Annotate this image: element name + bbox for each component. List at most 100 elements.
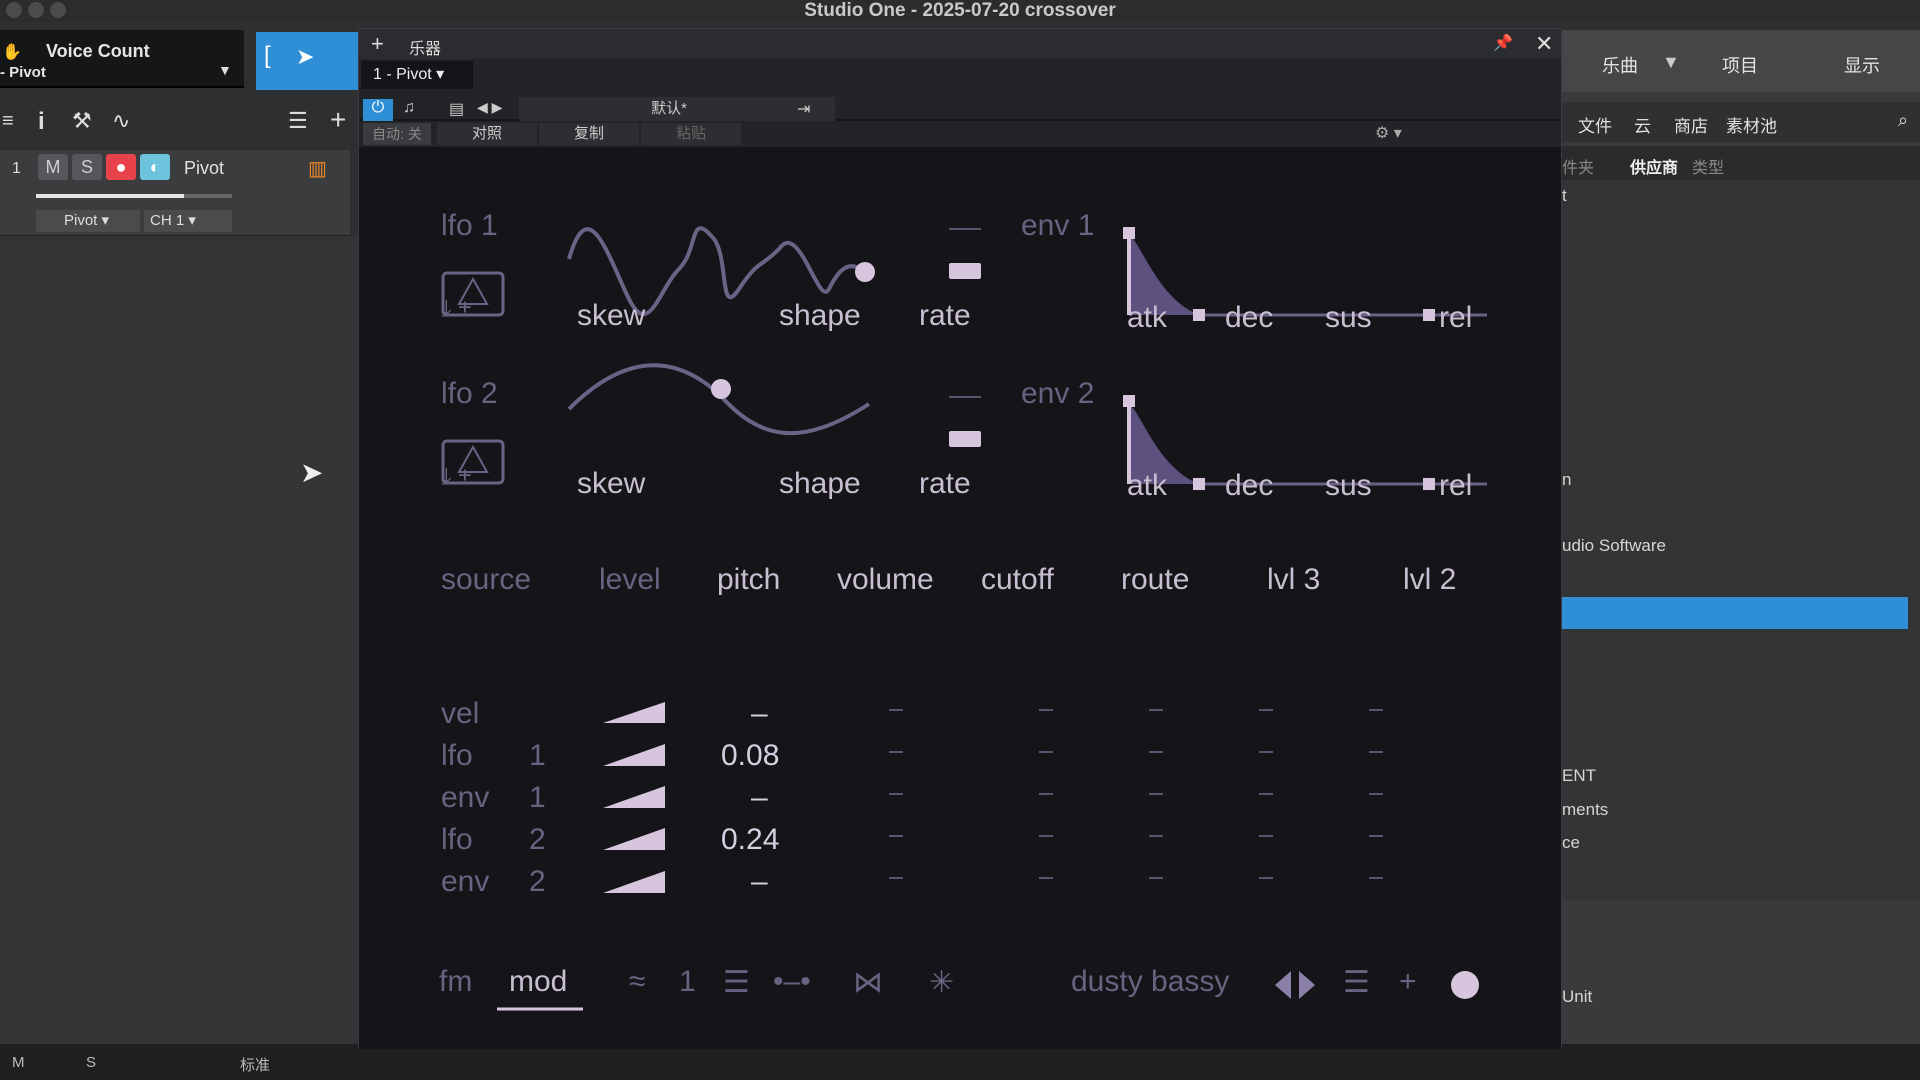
wrench-icon[interactable]: ⚒ xyxy=(72,108,92,134)
power-icon[interactable]: ⏻ xyxy=(363,99,393,121)
compare-button[interactable]: 对照 xyxy=(437,123,537,145)
empty-cell-dash[interactable] xyxy=(889,793,903,795)
subtab-type[interactable]: 类型 xyxy=(1692,154,1724,178)
add-icon[interactable]: + xyxy=(1399,965,1417,999)
tab-song[interactable]: 乐曲 xyxy=(1602,52,1638,78)
preset-slot-selector[interactable]: 1 - Pivot ▾ xyxy=(361,61,473,89)
empty-cell-dash[interactable] xyxy=(1259,793,1273,795)
stack-icon[interactable]: ☰ xyxy=(723,965,750,1000)
empty-cell-dash[interactable] xyxy=(889,877,903,879)
plus-icon[interactable]: + xyxy=(371,31,384,57)
empty-cell-dash[interactable] xyxy=(1039,793,1053,795)
empty-cell-dash[interactable] xyxy=(1369,793,1383,795)
empty-cell-dash[interactable] xyxy=(889,835,903,837)
track-row[interactable]: 1 M S ● ◐ Pivot ▥ Pivot ▾ CH 1 ▾ xyxy=(0,150,350,236)
preset-name[interactable]: dusty bassy xyxy=(1071,965,1229,999)
zoom-window-icon[interactable] xyxy=(50,2,66,18)
env1-atk-label[interactable]: atk xyxy=(1127,301,1167,335)
empty-cell-dash[interactable] xyxy=(1149,877,1163,879)
env1-sus-label[interactable]: sus xyxy=(1325,301,1372,335)
list-icon[interactable]: ☰ xyxy=(288,108,308,134)
search-icon[interactable]: ⌕ xyxy=(1898,110,1908,131)
empty-cell-dash[interactable] xyxy=(889,751,903,753)
menu-cloud[interactable]: 云 xyxy=(1634,112,1651,137)
empty-cell-dash[interactable] xyxy=(1259,835,1273,837)
env1-dec-label[interactable]: dec xyxy=(1225,301,1273,335)
empty-cell-dash[interactable] xyxy=(1369,751,1383,753)
empty-cell-dash[interactable] xyxy=(1039,877,1053,879)
env1-rel-label[interactable]: rel xyxy=(1439,301,1472,335)
empty-cell-dash[interactable] xyxy=(1259,751,1273,753)
download-icon[interactable]: ⤓ ± xyxy=(441,463,471,491)
info-icon[interactable]: i xyxy=(38,108,45,136)
empty-cell-dash[interactable] xyxy=(1259,709,1273,711)
lfo1-shape-label[interactable]: shape xyxy=(779,299,861,333)
empty-cell-dash[interactable] xyxy=(1369,835,1383,837)
menu-icon[interactable]: ☰ xyxy=(1343,965,1370,1000)
empty-cell-dash[interactable] xyxy=(1369,709,1383,711)
close-icon[interactable]: ✕ xyxy=(1535,31,1553,57)
bowtie-icon[interactable]: ⋈ xyxy=(853,965,883,1000)
list-item[interactable]: t xyxy=(1562,186,1567,206)
chevron-down-icon[interactable]: ▼ xyxy=(1662,52,1680,73)
preset-list-icon[interactable]: ▤ xyxy=(449,99,464,119)
env2-rel-label[interactable]: rel xyxy=(1439,469,1472,503)
list-item[interactable]: n xyxy=(1562,470,1571,490)
list-item[interactable]: ce xyxy=(1562,833,1580,853)
empty-cell-dash[interactable] xyxy=(1369,877,1383,879)
pitch-value[interactable]: – xyxy=(751,697,768,731)
auto-toggle[interactable]: 自动: 关 xyxy=(363,123,431,145)
tab-show[interactable]: 显示 xyxy=(1844,52,1880,78)
instrument-selector[interactable]: Pivot ▾ xyxy=(36,210,140,232)
preset-name-field[interactable]: 默认* xyxy=(519,97,819,121)
list-item[interactable]: Unit xyxy=(1562,987,1592,1007)
record-button[interactable]: ● xyxy=(106,154,136,180)
solo-all-button[interactable]: S xyxy=(86,1054,96,1071)
mute-button[interactable]: M xyxy=(38,154,68,180)
solo-button[interactable]: S xyxy=(72,154,102,180)
headphone-icon[interactable]: ♫ xyxy=(403,99,415,117)
env2-sus-label[interactable]: sus xyxy=(1325,469,1372,503)
lfo1-skew-label[interactable]: skew xyxy=(577,299,645,333)
menu-store[interactable]: 商店 xyxy=(1674,112,1708,137)
menu-pool[interactable]: 素材池 xyxy=(1726,112,1777,137)
lfo2-skew-label[interactable]: skew xyxy=(577,467,645,501)
subtab-folder[interactable]: 件夹 xyxy=(1562,154,1594,178)
volume-slider[interactable] xyxy=(36,194,232,198)
pitch-value[interactable]: 0.08 xyxy=(721,739,779,773)
empty-cell-dash[interactable] xyxy=(1259,877,1273,879)
download-icon[interactable]: ⤓ ± xyxy=(441,295,471,323)
empty-cell-dash[interactable] xyxy=(1039,709,1053,711)
lfo1-rate-label[interactable]: rate xyxy=(919,299,971,333)
pitch-value[interactable]: – xyxy=(751,781,768,815)
waveform-icon[interactable]: ≈ xyxy=(629,965,645,999)
empty-cell-dash[interactable] xyxy=(1039,835,1053,837)
pin-icon[interactable]: 📌 xyxy=(1493,33,1513,53)
list-item[interactable]: udio Software xyxy=(1562,536,1666,556)
mute-all-button[interactable]: M xyxy=(12,1054,25,1071)
list-item[interactable]: ments xyxy=(1562,800,1608,820)
empty-cell-dash[interactable] xyxy=(889,709,903,711)
arrow-tool-button[interactable]: [ ➤ xyxy=(256,32,358,90)
hand-icon[interactable]: ✋ xyxy=(2,42,22,62)
paste-button[interactable]: 粘贴 xyxy=(641,123,741,145)
tab-project[interactable]: 项目 xyxy=(1722,52,1758,78)
pitch-value[interactable]: 0.24 xyxy=(721,823,779,857)
empty-cell-dash[interactable] xyxy=(1039,751,1053,753)
tab-fm[interactable]: fm xyxy=(439,965,472,999)
browser-selected-item[interactable] xyxy=(1562,597,1908,629)
monitor-button[interactable]: ◐ xyxy=(140,154,170,180)
pitch-value[interactable]: – xyxy=(751,865,768,899)
randomize-icon[interactable]: ✳ xyxy=(929,965,954,1000)
automation-icon[interactable]: ∿ xyxy=(112,108,130,134)
chevron-down-icon[interactable]: ▼ xyxy=(218,62,232,78)
empty-cell-dash[interactable] xyxy=(1149,835,1163,837)
channel-selector[interactable]: CH 1 ▾ xyxy=(144,210,232,232)
mode-selector[interactable]: 标准 xyxy=(240,1054,270,1075)
subtab-vendor[interactable]: 供应商 xyxy=(1630,154,1678,178)
voice-count[interactable]: 1 xyxy=(679,965,696,999)
minimize-window-icon[interactable] xyxy=(28,2,44,18)
tab-mod[interactable]: mod xyxy=(509,965,567,999)
instrument-header[interactable]: ✋ Voice Count - Pivot ▼ xyxy=(0,30,244,88)
track-list-area[interactable] xyxy=(0,236,358,1046)
